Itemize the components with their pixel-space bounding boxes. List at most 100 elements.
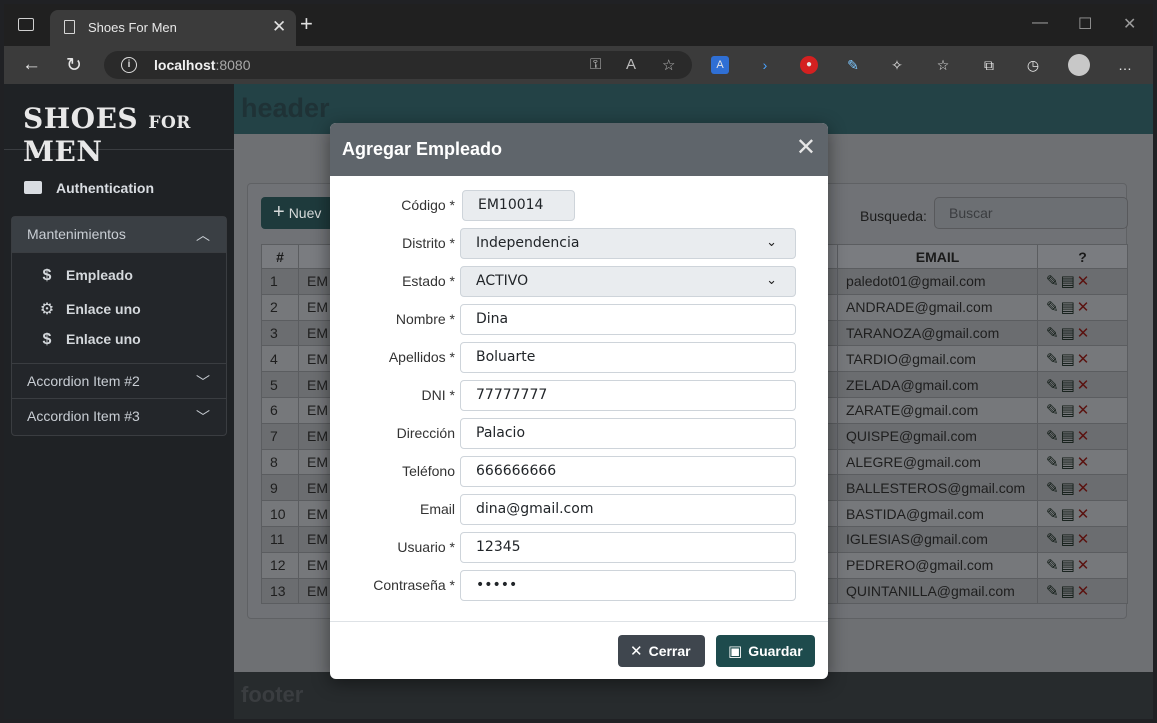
document-icon[interactable]: ▤ <box>1061 531 1077 548</box>
document-icon[interactable]: ▤ <box>1061 480 1077 497</box>
edit-icon[interactable]: ✎ <box>1046 454 1061 471</box>
codigo-field: EM10014 <box>462 190 575 221</box>
row-actions: ✎▤✕ <box>1037 500 1128 527</box>
delete-icon[interactable]: ✕ <box>1077 428 1092 445</box>
cancel-button[interactable]: ✕ Cerrar <box>618 635 705 667</box>
edit-icon[interactable]: ✎ <box>1046 299 1061 316</box>
add-favorite-icon[interactable]: ☆ <box>662 56 675 74</box>
sidebar-item-authentication[interactable]: Authentication <box>24 180 154 196</box>
extensions-icon[interactable]: ✧ <box>888 56 906 74</box>
edit-icon[interactable]: ✎ <box>1046 325 1061 342</box>
sidebar-item-enlace-uno[interactable]: ⚙ Enlace uno <box>12 293 226 325</box>
sidebar-item-enlace-uno-2[interactable]: $ Enlace uno <box>12 325 226 357</box>
delete-icon[interactable]: ✕ <box>1077 377 1092 394</box>
delete-icon[interactable]: ✕ <box>1077 454 1092 471</box>
document-icon[interactable]: ▤ <box>1061 454 1077 471</box>
close-window-icon[interactable]: ✕ <box>1123 14 1136 34</box>
close-icon: ✕ <box>630 643 643 660</box>
info-icon[interactable]: i <box>121 57 137 73</box>
refresh-icon[interactable]: ↻ <box>66 54 82 77</box>
accordion-header-item-2[interactable]: Accordion Item #2 ﹀ <box>12 363 226 399</box>
row-email: QUINTANILLA@gmail.com <box>837 577 1039 605</box>
row-actions: ✎▤✕ <box>1037 422 1128 450</box>
document-icon[interactable]: ▤ <box>1061 299 1077 316</box>
collections-icon[interactable]: ⧉ <box>980 56 998 74</box>
edit-icon[interactable]: ✎ <box>1046 402 1061 419</box>
sidebar-accordion: Mantenimientos ︿ $ Empleado ⚙ Enlace uno $ E… <box>11 216 227 436</box>
delete-icon[interactable]: ✕ <box>1077 299 1092 316</box>
document-icon[interactable]: ▤ <box>1061 557 1077 574</box>
browser-tab[interactable]: Shoes For Men ✕ <box>50 10 296 46</box>
delete-icon[interactable]: ✕ <box>1077 531 1092 548</box>
new-button[interactable]: + Nuev <box>261 197 341 229</box>
url-field[interactable]: i localhost:8080 ⚿ A ☆ <box>104 51 692 79</box>
document-icon[interactable]: ▤ <box>1061 273 1077 290</box>
edit-icon[interactable]: ✎ <box>1046 583 1061 600</box>
delete-icon[interactable]: ✕ <box>1077 402 1092 419</box>
delete-icon[interactable]: ✕ <box>1077 273 1092 290</box>
profile-avatar[interactable] <box>1068 54 1090 76</box>
row-actions: ✎▤✕ <box>1037 577 1128 605</box>
edit-icon[interactable]: ✎ <box>1046 480 1061 497</box>
favorites-icon[interactable]: ☆ <box>934 56 952 74</box>
edit-icon[interactable]: ✎ <box>1046 506 1061 523</box>
delete-icon[interactable]: ✕ <box>1077 557 1092 574</box>
translate-icon[interactable]: A <box>711 56 729 74</box>
history-icon[interactable]: ◷ <box>1024 56 1042 74</box>
save-button[interactable]: ▣ Guardar <box>716 635 815 667</box>
usuario-field[interactable]: 12345 <box>460 532 796 563</box>
document-icon[interactable]: ▤ <box>1061 351 1077 368</box>
email-field[interactable]: dina@gmail.com <box>460 494 796 525</box>
accordion-header-mantenimientos[interactable]: Mantenimientos ︿ <box>12 217 226 253</box>
edit-icon[interactable]: ✎ <box>1046 351 1061 368</box>
document-icon[interactable]: ▤ <box>1061 583 1077 600</box>
maximize-icon[interactable]: ☐ <box>1078 14 1092 34</box>
document-icon[interactable]: ▤ <box>1061 428 1077 445</box>
apellidos-field[interactable]: Boluarte <box>460 342 796 373</box>
play-extension-icon[interactable]: › <box>756 56 774 74</box>
key-icon[interactable]: ⚿ <box>590 56 601 73</box>
row-email: BASTIDA@gmail.com <box>837 500 1039 527</box>
telefono-field[interactable]: 666666666 <box>460 456 796 487</box>
close-icon[interactable]: ✕ <box>796 136 816 160</box>
close-tab-icon[interactable]: ✕ <box>272 17 286 37</box>
accordion-header-item-3[interactable]: Accordion Item #3 ﹀ <box>12 399 226 435</box>
edit-icon[interactable]: ✎ <box>1046 557 1061 574</box>
dni-field[interactable]: 77777777 <box>460 380 796 411</box>
document-icon[interactable]: ▤ <box>1061 325 1077 342</box>
direccion-field[interactable]: Palacio <box>460 418 796 449</box>
delete-icon[interactable]: ✕ <box>1077 351 1092 368</box>
edit-icon[interactable]: ✎ <box>1046 531 1061 548</box>
column-header-email[interactable]: EMAIL <box>837 244 1039 269</box>
distrito-select[interactable]: Independencia ⌄ <box>460 228 796 259</box>
password-field[interactable]: ••••• <box>460 570 796 601</box>
search-input[interactable]: Buscar <box>934 197 1128 229</box>
pen-extension-icon[interactable]: ✎ <box>844 56 862 74</box>
document-icon[interactable]: ▤ <box>1061 377 1077 394</box>
document-icon[interactable]: ▤ <box>1061 506 1077 523</box>
edit-icon[interactable]: ✎ <box>1046 377 1061 394</box>
adblock-icon[interactable]: ● <box>800 56 818 74</box>
nombre-field[interactable]: Dina <box>460 304 796 335</box>
more-menu-icon[interactable]: … <box>1116 56 1134 74</box>
document-icon[interactable]: ▤ <box>1061 402 1077 419</box>
new-tab-icon[interactable]: + <box>300 13 313 35</box>
back-icon[interactable]: ← <box>22 54 41 76</box>
delete-icon[interactable]: ✕ <box>1077 506 1092 523</box>
estado-label: Estado * <box>402 273 455 289</box>
column-header-num[interactable]: # <box>261 244 299 269</box>
estado-select[interactable]: ACTIVO ⌄ <box>460 266 796 297</box>
row-email: TARANOZA@gmail.com <box>837 319 1039 347</box>
read-aloud-icon[interactable]: A <box>626 56 636 73</box>
edit-icon[interactable]: ✎ <box>1046 428 1061 445</box>
sidebar-item-empleado[interactable]: $ Empleado <box>12 261 226 293</box>
minimize-icon[interactable]: — <box>1032 14 1048 32</box>
gear-icon: ⚙ <box>39 301 55 318</box>
edit-icon[interactable]: ✎ <box>1046 273 1061 290</box>
address-bar: ← ↻ i localhost:8080 ⚿ A ☆ A › ● ✎ ✧ ☆ ⧉… <box>4 46 1153 84</box>
delete-icon[interactable]: ✕ <box>1077 480 1092 497</box>
delete-icon[interactable]: ✕ <box>1077 583 1092 600</box>
row-number: 10 <box>261 500 299 527</box>
tab-actions-icon[interactable] <box>18 18 34 31</box>
delete-icon[interactable]: ✕ <box>1077 325 1092 342</box>
